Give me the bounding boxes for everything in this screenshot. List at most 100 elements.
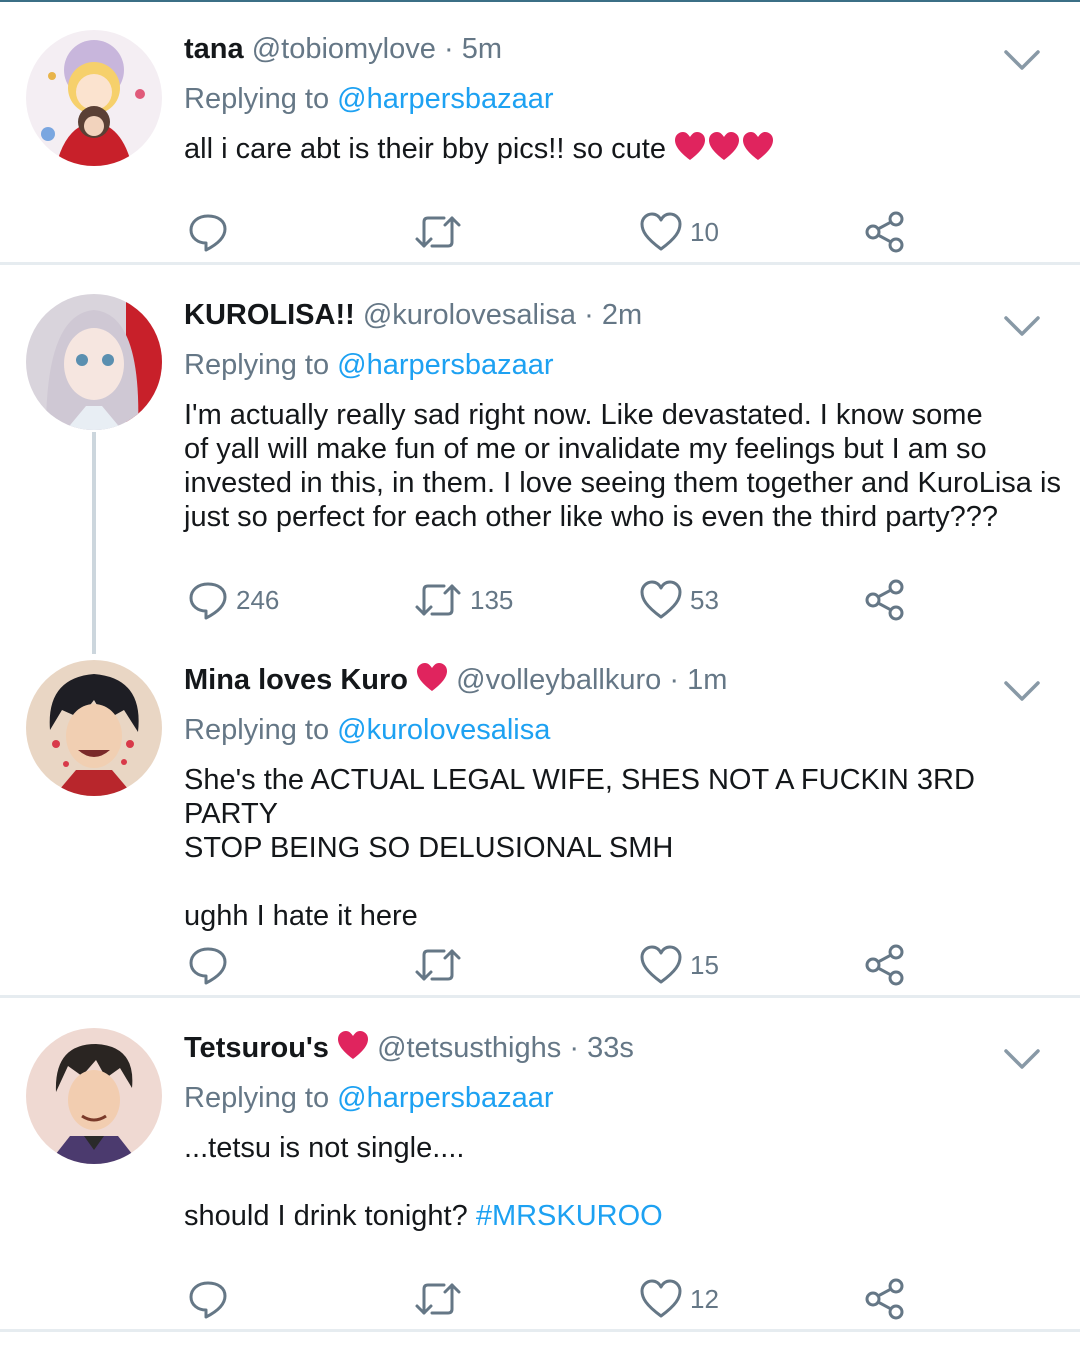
retweet-button[interactable] — [414, 210, 470, 254]
user-handle[interactable]: @tobiomylove — [252, 33, 436, 65]
chevron-down-icon[interactable] — [1002, 48, 1042, 72]
reply-icon — [189, 1281, 227, 1319]
reply-button[interactable]: 246 — [188, 578, 279, 622]
display-name[interactable]: KUROLISA!! — [184, 299, 355, 331]
replying-to-label: Replying to — [184, 714, 330, 746]
share-icon — [865, 579, 904, 621]
thread-line — [92, 432, 96, 654]
avatar[interactable] — [26, 294, 162, 430]
heart-emoji-icon — [337, 1031, 369, 1069]
timestamp[interactable]: 1m — [687, 664, 727, 696]
display-name[interactable]: Mina loves Kuro — [184, 664, 408, 696]
like-button[interactable]: 12 — [640, 1277, 719, 1321]
mention-link[interactable]: @kurolovesalisa — [337, 714, 550, 746]
replying-to: Replying to @harpersbazaar — [184, 348, 554, 382]
reply-button[interactable] — [188, 1277, 236, 1321]
tweet-text-line: of yall will make fun of me or invalidat… — [184, 433, 987, 465]
tweet-separator — [0, 1329, 1080, 1332]
timestamp[interactable]: 5m — [462, 33, 502, 65]
mention-link[interactable]: @harpersbazaar — [337, 83, 553, 115]
tweet-text-line: all i care abt is their bby pics!! so cu… — [184, 133, 666, 165]
replying-to-label: Replying to — [184, 83, 330, 115]
like-count: 10 — [690, 216, 719, 247]
replying-to-label: Replying to — [184, 349, 330, 381]
heart-emoji-icon — [674, 132, 774, 170]
like-icon — [640, 212, 682, 251]
tweet-text: I'm actually really sad right now. Like … — [184, 398, 1064, 534]
tweet-header: KUROLISA!! @kurolovesalisa · 2m — [184, 298, 642, 332]
retweet-button[interactable] — [414, 943, 470, 987]
heart-emoji-icon — [416, 663, 448, 701]
separator-dot: · — [569, 1032, 579, 1064]
tweet-text-line: ughh I hate it here — [184, 900, 418, 932]
tweet-text-line: STOP BEING SO DELUSIONAL SMH — [184, 832, 674, 864]
like-button[interactable]: 53 — [640, 578, 719, 622]
retweet-button[interactable]: 135 — [414, 578, 513, 622]
tweet-text: She's the ACTUAL LEGAL WIFE, SHES NOT A … — [184, 763, 1064, 933]
chevron-down-icon[interactable] — [1002, 314, 1042, 338]
tweet-text-line: invested in this, in them. I love seeing… — [184, 467, 1061, 499]
tweet-header: Tetsurou's @tetsusthighs · 33s — [184, 1031, 634, 1069]
tweet-actions: 246 135 53 — [184, 578, 924, 622]
like-icon — [640, 1279, 682, 1318]
retweet-icon — [415, 216, 461, 248]
replying-to: Replying to @harpersbazaar — [184, 1081, 554, 1115]
reply-button[interactable] — [188, 210, 236, 254]
replying-to: Replying to @kurolovesalisa — [184, 713, 550, 747]
like-count: 53 — [690, 584, 719, 615]
tweet-text-line: She's the ACTUAL LEGAL WIFE, SHES NOT A … — [184, 764, 975, 830]
tweet-actions: 10 — [184, 210, 924, 254]
like-icon — [640, 580, 682, 619]
share-button[interactable] — [864, 578, 906, 622]
tweet-text: ...tetsu is not single.... should I drin… — [184, 1131, 1064, 1233]
display-name[interactable]: tana — [184, 33, 244, 65]
separator-dot: · — [584, 299, 594, 331]
replying-to: Replying to @harpersbazaar — [184, 82, 554, 116]
reply-icon — [189, 947, 227, 985]
avatar[interactable] — [26, 1028, 162, 1164]
tweet-actions: 12 — [184, 1277, 924, 1321]
tweet-separator — [0, 995, 1080, 998]
share-icon — [865, 211, 904, 253]
retweet-button[interactable] — [414, 1277, 470, 1321]
timestamp[interactable]: 33s — [587, 1032, 634, 1064]
tweet-text-line: just so perfect for each other like who … — [184, 501, 999, 533]
tweet-header: tana @tobiomylove · 5m — [184, 32, 502, 66]
timestamp[interactable]: 2m — [602, 299, 642, 331]
user-handle[interactable]: @tetsusthighs — [377, 1032, 561, 1064]
retweet-icon — [415, 949, 461, 981]
tweet-header: Mina loves Kuro @volleyballkuro · 1m — [184, 663, 727, 701]
mention-link[interactable]: @harpersbazaar — [337, 349, 553, 381]
tweet-text-line: I'm actually really sad right now. Like … — [184, 399, 983, 431]
share-button[interactable] — [864, 943, 906, 987]
separator-dot: · — [443, 33, 454, 65]
user-handle[interactable]: @volleyballkuro — [456, 664, 661, 696]
tweet-separator — [0, 262, 1080, 265]
reply-icon — [189, 582, 227, 620]
tweet-text-line: ...tetsu is not single.... — [184, 1132, 465, 1164]
reply-button[interactable] — [188, 943, 236, 987]
share-icon — [865, 1278, 904, 1320]
avatar[interactable] — [26, 30, 162, 166]
hashtag-link[interactable]: #MRSKUROO — [476, 1200, 663, 1232]
reply-icon — [189, 214, 227, 252]
like-button[interactable]: 10 — [640, 210, 719, 254]
share-button[interactable] — [864, 210, 906, 254]
chevron-down-icon[interactable] — [1002, 1047, 1042, 1071]
tweet-text-line: should I drink tonight? — [184, 1200, 468, 1232]
share-button[interactable] — [864, 1277, 906, 1321]
retweet-icon — [415, 584, 461, 616]
retweet-count: 135 — [470, 584, 514, 615]
mention-link[interactable]: @harpersbazaar — [337, 1082, 553, 1114]
display-name[interactable]: Tetsurou's — [184, 1032, 329, 1064]
separator-dot: · — [669, 664, 679, 696]
avatar[interactable] — [26, 660, 162, 796]
tweet-text: all i care abt is their bby pics!! so cu… — [184, 132, 1064, 170]
chevron-down-icon[interactable] — [1002, 679, 1042, 703]
retweet-icon — [415, 1283, 461, 1315]
user-handle[interactable]: @kurolovesalisa — [363, 299, 576, 331]
like-count: 12 — [690, 1283, 719, 1314]
replying-to-label: Replying to — [184, 1082, 330, 1114]
like-button[interactable]: 15 — [640, 943, 719, 987]
